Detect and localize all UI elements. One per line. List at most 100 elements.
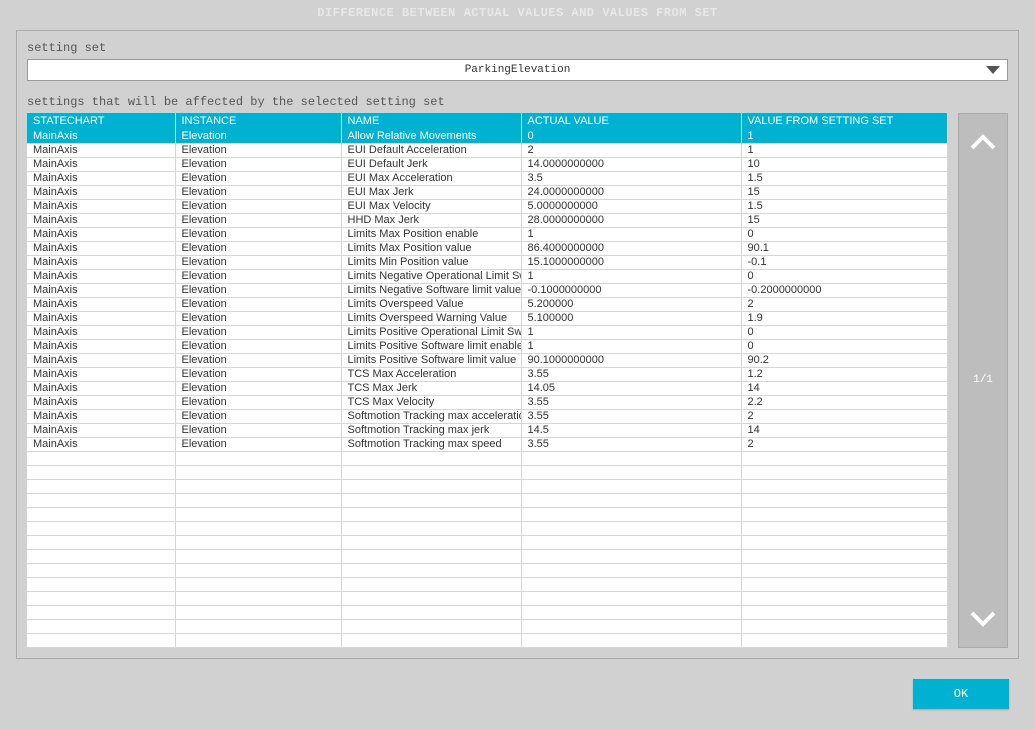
cell-statechart: MainAxis [27, 199, 175, 213]
page-indicator: 1/1 [973, 374, 993, 386]
cell-set: 1.9 [741, 311, 948, 325]
cell-instance: Elevation [175, 157, 341, 171]
cell-name: Softmotion Tracking max jerk [341, 423, 521, 437]
cell-set: 10 [741, 157, 948, 171]
cell-set: 14 [741, 423, 948, 437]
table-row[interactable]: MainAxisElevationAllow Relative Movement… [27, 129, 948, 143]
table-row[interactable]: MainAxisElevationEUI Max Acceleration3.5… [27, 171, 948, 185]
cell-set: 15 [741, 213, 948, 227]
table-row[interactable]: MainAxisElevationLimits Negative Operati… [27, 269, 948, 283]
table-row[interactable]: MainAxisElevationHHD Max Jerk28.00000000… [27, 213, 948, 227]
cell-actual: 2 [521, 143, 741, 157]
cell-actual: 15.1000000000 [521, 255, 741, 269]
scroll-down-button[interactable] [970, 611, 996, 627]
cell-set: 2.2 [741, 395, 948, 409]
col-header-set[interactable]: VALUE FROM SETTING SET [741, 113, 948, 129]
table-row[interactable]: MainAxisElevationTCS Max Acceleration3.5… [27, 367, 948, 381]
cell-set: 1 [741, 143, 948, 157]
cell-name: TCS Max Acceleration [341, 367, 521, 381]
table-row-empty [27, 465, 948, 479]
table-row-empty [27, 507, 948, 521]
cell-name: Limits Min Position value [341, 255, 521, 269]
table-row[interactable]: MainAxisElevationSoftmotion Tracking max… [27, 409, 948, 423]
cell-instance: Elevation [175, 213, 341, 227]
table-row-empty [27, 549, 948, 563]
cell-instance: Elevation [175, 381, 341, 395]
table-row[interactable]: MainAxisElevationLimits Overspeed Warnin… [27, 311, 948, 325]
cell-statechart: MainAxis [27, 129, 175, 143]
setting-set-select[interactable]: ParkingElevation [27, 59, 1008, 81]
table-row[interactable]: MainAxisElevationSoftmotion Tracking max… [27, 423, 948, 437]
table-row[interactable]: MainAxisElevationLimits Positive Softwar… [27, 353, 948, 367]
footer: OK [16, 669, 1019, 723]
col-header-actual[interactable]: ACTUAL VALUE [521, 113, 741, 129]
cell-instance: Elevation [175, 395, 341, 409]
cell-name: Softmotion Tracking max acceleration [341, 409, 521, 423]
table-row[interactable]: MainAxisElevationTCS Max Jerk14.0514 [27, 381, 948, 395]
cell-statechart: MainAxis [27, 395, 175, 409]
cell-name: EUI Default Acceleration [341, 143, 521, 157]
table-row[interactable]: MainAxisElevationEUI Default Acceleratio… [27, 143, 948, 157]
cell-name: TCS Max Velocity [341, 395, 521, 409]
table-row[interactable]: MainAxisElevationLimits Positive Operati… [27, 325, 948, 339]
table-row[interactable]: MainAxisElevationLimits Max Position ena… [27, 227, 948, 241]
table-row[interactable]: MainAxisElevationLimits Max Position val… [27, 241, 948, 255]
table-row[interactable]: MainAxisElevationLimits Overspeed Value5… [27, 297, 948, 311]
cell-statechart: MainAxis [27, 367, 175, 381]
table-row[interactable]: MainAxisElevationLimits Positive Softwar… [27, 339, 948, 353]
cell-instance: Elevation [175, 241, 341, 255]
table-row-empty [27, 451, 948, 465]
cell-actual: 5.0000000000 [521, 199, 741, 213]
cell-statechart: MainAxis [27, 157, 175, 171]
cell-set: 90.2 [741, 353, 948, 367]
cell-instance: Elevation [175, 255, 341, 269]
ok-button[interactable]: OK [913, 679, 1009, 709]
scroll-up-button[interactable] [970, 134, 996, 150]
cell-set: 2 [741, 297, 948, 311]
settings-table: STATECHART INSTANCE NAME ACTUAL VALUE VA… [27, 113, 948, 648]
col-header-statechart[interactable]: STATECHART [27, 113, 175, 129]
col-header-name[interactable]: NAME [341, 113, 521, 129]
table-row[interactable]: MainAxisElevationSoftmotion Tracking max… [27, 437, 948, 451]
cell-statechart: MainAxis [27, 213, 175, 227]
cell-actual: 1 [521, 339, 741, 353]
table-row[interactable]: MainAxisElevationEUI Default Jerk14.0000… [27, 157, 948, 171]
cell-name: Limits Max Position value [341, 241, 521, 255]
page-title: DIFFERENCE BETWEEN ACTUAL VALUES AND VAL… [0, 0, 1035, 30]
cell-set: 15 [741, 185, 948, 199]
cell-statechart: MainAxis [27, 437, 175, 451]
cell-statechart: MainAxis [27, 381, 175, 395]
cell-statechart: MainAxis [27, 297, 175, 311]
setting-set-value: ParkingElevation [28, 64, 1007, 76]
cell-statechart: MainAxis [27, 339, 175, 353]
cell-actual: 28.0000000000 [521, 213, 741, 227]
table-header-row: STATECHART INSTANCE NAME ACTUAL VALUE VA… [27, 113, 948, 129]
cell-statechart: MainAxis [27, 325, 175, 339]
table-row-empty [27, 521, 948, 535]
cell-statechart: MainAxis [27, 353, 175, 367]
cell-set: 90.1 [741, 241, 948, 255]
cell-instance: Elevation [175, 339, 341, 353]
cell-statechart: MainAxis [27, 143, 175, 157]
cell-instance: Elevation [175, 129, 341, 143]
table-row[interactable]: MainAxisElevationLimits Min Position val… [27, 255, 948, 269]
cell-name: Limits Negative Software limit value [341, 283, 521, 297]
cell-name: EUI Default Jerk [341, 157, 521, 171]
cell-instance: Elevation [175, 171, 341, 185]
table-row[interactable]: MainAxisElevationEUI Max Velocity5.00000… [27, 199, 948, 213]
cell-instance: Elevation [175, 185, 341, 199]
cell-actual: 14.0000000000 [521, 157, 741, 171]
cell-set: 2 [741, 437, 948, 451]
table-row[interactable]: MainAxisElevationEUI Max Jerk24.00000000… [27, 185, 948, 199]
col-header-instance[interactable]: INSTANCE [175, 113, 341, 129]
cell-statechart: MainAxis [27, 241, 175, 255]
cell-name: Limits Positive Software limit value [341, 353, 521, 367]
table-row[interactable]: MainAxisElevationLimits Negative Softwar… [27, 283, 948, 297]
cell-statechart: MainAxis [27, 409, 175, 423]
table-row[interactable]: MainAxisElevationTCS Max Velocity3.552.2 [27, 395, 948, 409]
cell-statechart: MainAxis [27, 255, 175, 269]
cell-actual: 14.05 [521, 381, 741, 395]
cell-actual: 1 [521, 325, 741, 339]
cell-actual: 3.55 [521, 395, 741, 409]
cell-statechart: MainAxis [27, 171, 175, 185]
